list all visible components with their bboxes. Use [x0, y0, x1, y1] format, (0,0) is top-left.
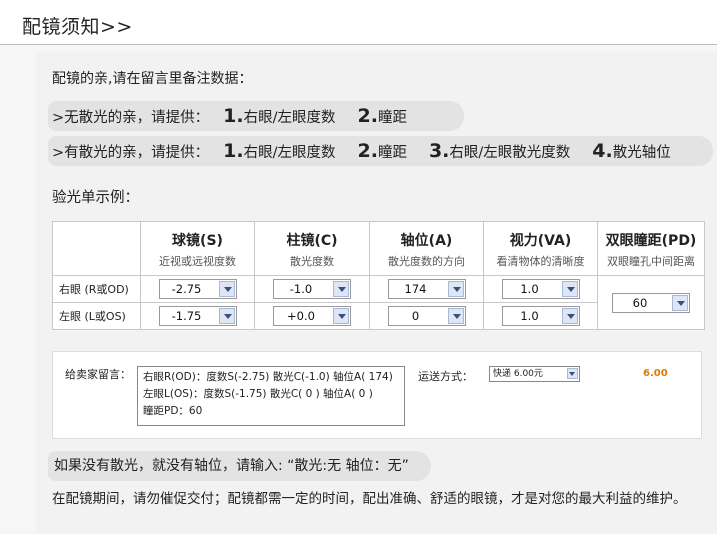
astig-text-4: 散光轴位 — [612, 145, 671, 161]
chevron-down-icon — [567, 368, 578, 379]
chevron-down-icon — [447, 281, 464, 297]
col-va-sub: 看清物体的清晰度 — [496, 255, 585, 268]
no-astig-text-2: 瞳距 — [377, 110, 407, 126]
no-astigmatism-warning: 如果没有散光，就没有轴位，请输入: “散光:无 轴位：无” — [48, 451, 431, 481]
header-bar: 配镜须知>> — [0, 0, 717, 45]
col-pd: 双眼瞳距(PD) 双眼瞳孔中间距离 — [597, 221, 705, 276]
prescription-table: 球镜(S) 近视或远视度数 柱镜(C) 散光度数 轴位(A) 散光度数的方向 视… — [52, 221, 705, 330]
astig-num-4: 4. — [592, 140, 613, 162]
no-astig-num-1: 1. — [223, 105, 244, 127]
astig-text-3: 右眼/左眼散光度数 — [449, 145, 571, 161]
col-pd-title: 双眼瞳距(PD) — [605, 233, 697, 249]
left-va-select[interactable]: 1.0 — [501, 306, 580, 326]
col-sphere-title: 球镜(S) — [172, 233, 223, 249]
astig-prefix: >有散光的亲，请提供： — [52, 145, 210, 161]
intro-text: 配镜的亲,请在留言里备注数据： — [52, 71, 253, 87]
astigmatism-banner: >有散光的亲，请提供： 1.右眼/左眼度数 2.瞳距 3.右眼/左眼散光度数 4.散光轴… — [48, 136, 713, 166]
left-va-value: 1.0 — [520, 309, 539, 323]
left-axis-select[interactable]: 0 — [387, 306, 466, 326]
astig-num-2: 2. — [357, 140, 378, 162]
shipping-value: 快递 6.00元 — [493, 369, 543, 379]
footer-notice: 在配镜期间，请勿催促交付；配镜都需一定的时间，配出准确、舒适的眼镜，才是对您的最… — [52, 491, 687, 507]
astig-text-1: 右眼/左眼度数 — [243, 145, 336, 161]
chevron-down-icon — [333, 281, 349, 297]
col-axis-title: 轴位(A) — [400, 233, 453, 249]
seller-note-textarea[interactable]: 右眼R(OD)：度数S(-2.75) 散光C(-1.0) 轴位A( 174) 左… — [137, 366, 405, 426]
col-sphere-sub: 近视或远视度数 — [159, 255, 236, 268]
pd-select[interactable]: 60 — [612, 292, 690, 313]
shipping-label: 运送方式： — [418, 370, 473, 383]
chevron-down-icon — [672, 294, 688, 311]
col-axis: 轴位(A) 散光度数的方向 — [369, 221, 484, 276]
chevron-down-icon — [447, 308, 464, 324]
shipping-select[interactable]: 快递 6.00元 — [489, 366, 580, 382]
page-title: 配镜须知>> — [22, 16, 133, 38]
astig-num-1: 1. — [223, 140, 244, 162]
chevron-down-icon — [561, 281, 578, 297]
col-axis-sub: 散光度数的方向 — [388, 255, 465, 268]
no-astig-num-2: 2. — [357, 105, 378, 127]
col-cylinder: 柱镜(C) 散光度数 — [254, 221, 370, 276]
chevron-down-icon — [218, 308, 235, 324]
left-sphere-select[interactable]: -1.75 — [158, 306, 237, 326]
left-cylinder-select[interactable]: +0.0 — [273, 306, 351, 326]
seller-note-section: 给卖家留言： 右眼R(OD)：度数S(-2.75) 散光C(-1.0) 轴位A(… — [52, 351, 702, 439]
chevron-down-icon — [218, 281, 235, 297]
right-sphere-value: -2.75 — [171, 282, 202, 296]
right-axis-value: 174 — [404, 282, 427, 296]
right-va-select[interactable]: 1.0 — [501, 279, 580, 299]
row-label-right: 右眼 (R或OD) — [52, 275, 141, 303]
left-axis-value: 0 — [411, 309, 420, 323]
right-cylinder-value: -1.0 — [289, 282, 313, 296]
no-astig-prefix: >无散光的亲，请提供： — [52, 110, 210, 126]
chevron-down-icon — [561, 308, 578, 324]
right-va-value: 1.0 — [520, 282, 539, 296]
col-sphere: 球镜(S) 近视或远视度数 — [140, 221, 255, 276]
right-sphere-select[interactable]: -2.75 — [158, 279, 237, 299]
astig-text-2: 瞳距 — [377, 145, 407, 161]
col-va-title: 视力(VA) — [509, 233, 572, 249]
right-axis-select[interactable]: 174 — [387, 279, 466, 299]
col-cylinder-title: 柱镜(C) — [286, 233, 338, 249]
table-corner — [52, 221, 141, 276]
pd-value: 60 — [632, 295, 648, 310]
col-pd-sub: 双眼瞳孔中间距离 — [607, 255, 695, 268]
astig-num-3: 3. — [428, 140, 450, 162]
chevron-down-icon — [333, 308, 349, 324]
example-label: 验光单示例： — [52, 190, 139, 206]
right-cylinder-select[interactable]: -1.0 — [273, 279, 351, 299]
col-va: 视力(VA) 看清物体的清晰度 — [483, 221, 598, 276]
table-row: 右眼 (R或OD) -2.75 -1.0 174 1.0 60 — [52, 275, 705, 330]
left-sphere-value: -1.75 — [171, 309, 202, 323]
no-astigmatism-banner: >无散光的亲，请提供： 1.右眼/左眼度数 2.瞳距 — [48, 101, 464, 131]
shipping-price: 6.00 — [643, 368, 668, 379]
col-cylinder-sub: 散光度数 — [290, 255, 334, 268]
note-label: 给卖家留言： — [65, 368, 131, 381]
left-cylinder-value: +0.0 — [287, 309, 315, 323]
row-label-left: 左眼 (L或OS) — [52, 302, 141, 330]
no-astig-text-1: 右眼/左眼度数 — [243, 110, 336, 126]
